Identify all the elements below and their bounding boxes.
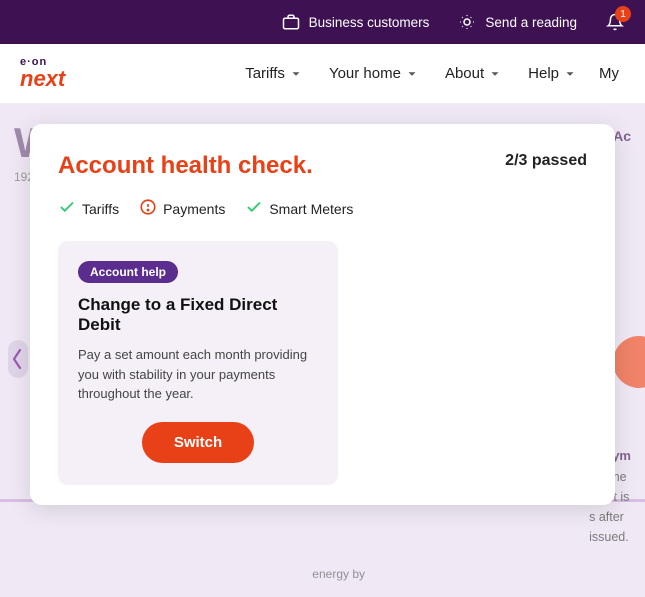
check-tariffs-icon [58, 198, 76, 219]
modal-title: Account health check. [58, 152, 313, 180]
nav-tariffs[interactable]: Tariffs [235, 57, 313, 90]
logo[interactable]: e·on next [20, 57, 65, 90]
info-card-description: Pay a set amount each month providing yo… [78, 345, 318, 404]
logo-next: next [20, 68, 65, 90]
meter-icon [457, 12, 477, 32]
check-tariffs: Tariffs [58, 198, 119, 219]
check-smart-meters-label: Smart Meters [269, 201, 353, 217]
briefcase-icon [281, 12, 301, 32]
business-customers-link[interactable]: Business customers [281, 12, 430, 32]
notifications-link[interactable]: 1 [605, 12, 625, 32]
nav-items: Tariffs Your home About Help My [235, 57, 625, 90]
bell-icon: 1 [605, 12, 625, 32]
account-help-badge: Account help [78, 261, 178, 283]
nav-my[interactable]: My [593, 57, 625, 90]
check-payments-label: Payments [163, 201, 225, 217]
check-payments: Payments [139, 198, 225, 219]
check-payments-icon [139, 198, 157, 219]
send-reading-label: Send a reading [485, 15, 577, 30]
business-customers-label: Business customers [309, 15, 430, 30]
check-smart-meters-icon [245, 198, 263, 219]
nav-help[interactable]: Help [518, 57, 587, 90]
info-card: Account help Change to a Fixed Direct De… [58, 241, 338, 485]
nav-your-home[interactable]: Your home [319, 57, 429, 90]
send-reading-link[interactable]: Send a reading [457, 12, 577, 32]
modal-card: Account health check. 2/3 passed Tariffs [30, 124, 615, 505]
main-nav: e·on next Tariffs Your home About Help M… [0, 44, 645, 104]
info-card-title: Change to a Fixed Direct Debit [78, 295, 318, 335]
check-smart-meters: Smart Meters [245, 198, 353, 219]
switch-button[interactable]: Switch [142, 422, 254, 463]
top-bar: Business customers Send a reading 1 [0, 0, 645, 44]
modal-score: 2/3 passed [505, 152, 587, 170]
check-tariffs-label: Tariffs [82, 201, 119, 217]
modal-checks: Tariffs Payments [58, 198, 587, 219]
nav-about[interactable]: About [435, 57, 512, 90]
page-background: Wo 192 G t paym payme ment is s after is… [0, 104, 645, 597]
notification-count: 1 [615, 6, 631, 22]
modal-header: Account health check. 2/3 passed [58, 152, 587, 180]
